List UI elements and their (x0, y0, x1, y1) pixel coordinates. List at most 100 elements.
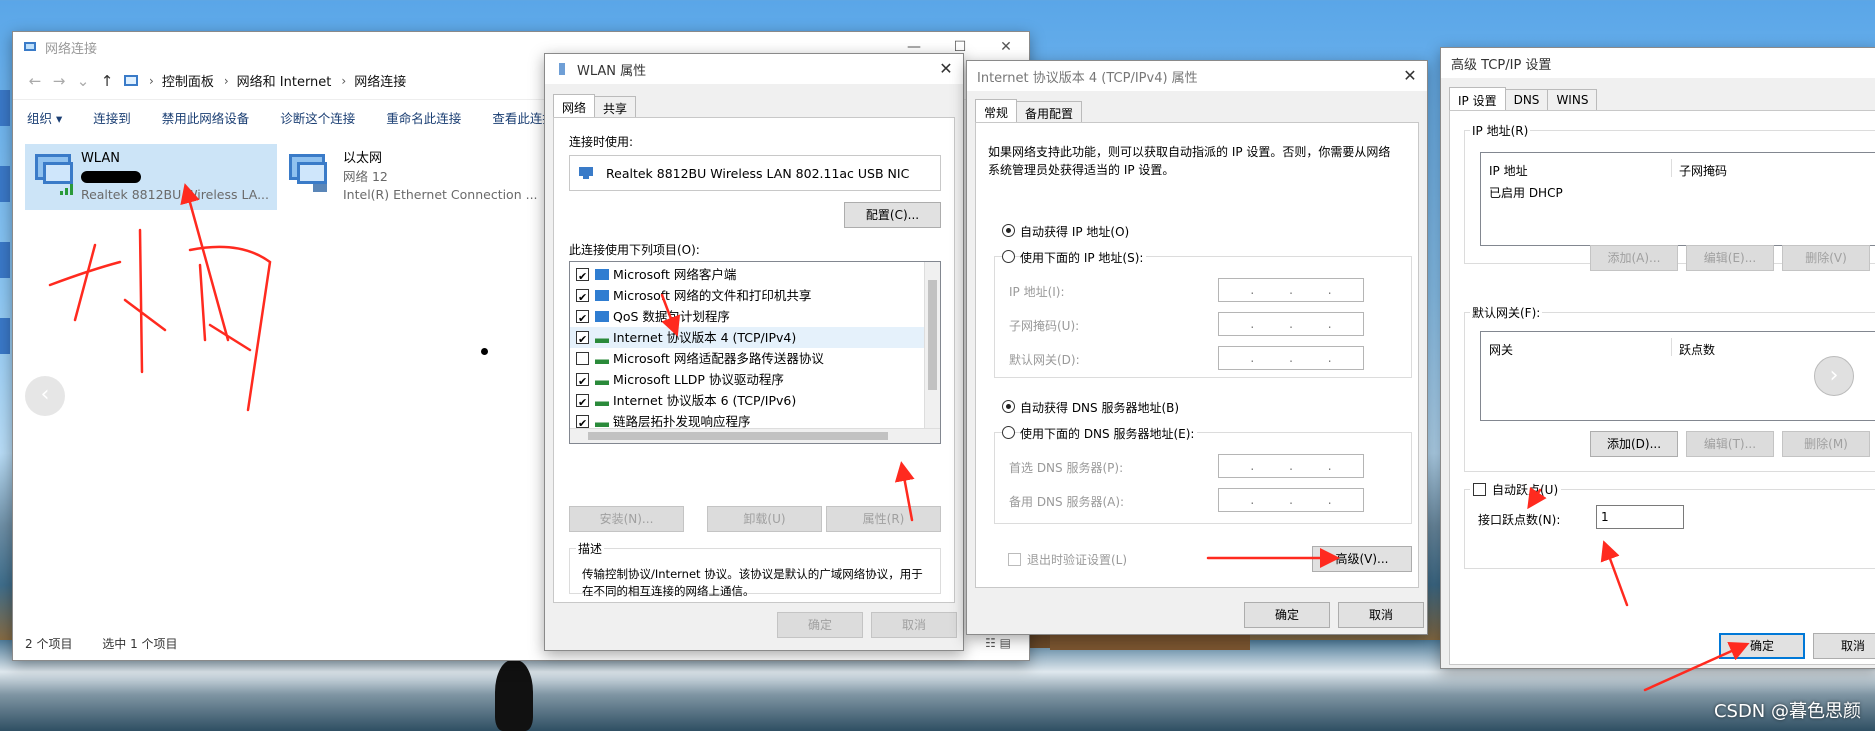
connect-to-command[interactable]: 连接到 (93, 108, 131, 127)
title-bar[interactable]: Internet 协议版本 4 (TCP/IPv4) 属性 (967, 61, 1427, 91)
carousel-forward-icon[interactable]: › (1814, 356, 1854, 396)
metric-column-header[interactable]: 跃点数 (1679, 341, 1715, 358)
close-icon[interactable]: ✕ (983, 32, 1029, 62)
ip-address-field[interactable]: ... (1218, 278, 1364, 302)
auto-metric-checkbox[interactable] (1473, 483, 1486, 496)
ok-button[interactable]: 确定 (1719, 633, 1805, 659)
view-toggle[interactable]: ☷ ▤ (985, 636, 1011, 650)
breadcrumb-separator-icon: › (341, 73, 347, 88)
add-ip-button[interactable]: 添加(A)... (1590, 245, 1678, 271)
delete-ip-button[interactable]: 删除(V) (1782, 245, 1870, 271)
ip-column-header[interactable]: IP 地址 (1489, 162, 1528, 179)
up-arrow-icon[interactable]: ↑ (95, 72, 119, 90)
uninstall-button[interactable]: 卸载(U) (707, 506, 822, 532)
component-checkbox[interactable] (576, 266, 589, 287)
subnet-mask-field[interactable]: ... (1218, 312, 1364, 336)
manual-dns-radio[interactable] (1002, 426, 1015, 439)
diagnose-command[interactable]: 诊断这个连接 (280, 108, 355, 127)
cancel-button[interactable]: 取消 (1813, 633, 1875, 659)
carousel-back-icon[interactable]: ‹ (25, 376, 65, 416)
interface-metric-input[interactable]: 1 (1596, 505, 1684, 529)
breadcrumb-network-connections[interactable]: 网络连接 (354, 71, 406, 90)
desktop-icon[interactable] (0, 166, 10, 202)
vertical-scrollbar[interactable] (924, 262, 940, 443)
desktop-icon[interactable] (0, 242, 10, 278)
close-icon[interactable]: ✕ (1399, 65, 1421, 87)
component-checkbox[interactable] (576, 413, 589, 434)
cancel-button[interactable]: 取消 (1338, 602, 1424, 628)
scroll-thumb[interactable] (588, 432, 888, 440)
table-row[interactable]: 已启用 DHCP (1489, 184, 1563, 201)
dialog-title: 高级 TCP/IP 设置 (1451, 57, 1552, 73)
component-checkbox[interactable] (576, 352, 589, 365)
back-arrow-icon[interactable]: ← (23, 72, 47, 90)
mask-column-header[interactable]: 子网掩码 (1679, 162, 1727, 179)
component-label: 链路层拓扑发现响应程序 (613, 414, 751, 429)
rename-command[interactable]: 重命名此连接 (386, 108, 461, 127)
component-checkbox[interactable] (576, 329, 589, 350)
configure-button[interactable]: 配置(C)... (844, 202, 941, 228)
component-checkbox[interactable] (576, 371, 589, 392)
auto-dns-radio[interactable] (1002, 400, 1015, 413)
metric-group (1464, 489, 1875, 569)
horizontal-scrollbar[interactable] (570, 428, 940, 443)
advanced-button[interactable]: 高级(V)... (1312, 546, 1412, 572)
properties-button[interactable]: 属性(R) (826, 506, 941, 532)
delete-gateway-button[interactable]: 删除(M) (1782, 431, 1870, 457)
manual-ip-radio[interactable] (1002, 250, 1015, 263)
list-item[interactable]: Internet 协议版本 6 (TCP/IPv6) (570, 390, 940, 413)
close-icon[interactable]: ✕ (935, 58, 957, 80)
ip-address-table[interactable]: IP 地址 子网掩码 已启用 DHCP (1480, 152, 1875, 246)
manual-dns-label[interactable]: 使用下面的 DNS 服务器地址(E): (1020, 425, 1198, 442)
list-item[interactable]: Microsoft 网络客户端 (570, 264, 940, 287)
desktop-icon[interactable] (0, 90, 10, 126)
cancel-button[interactable]: 取消 (871, 612, 957, 638)
breadcrumb-control-panel[interactable]: 控制面板 (162, 71, 214, 90)
validate-on-exit-checkbox[interactable] (1008, 553, 1021, 566)
default-gateway-field[interactable]: ... (1218, 346, 1364, 370)
list-item-selected[interactable]: Internet 协议版本 4 (TCP/IPv4) (570, 327, 940, 350)
alternate-dns-field[interactable]: ... (1218, 488, 1364, 512)
connect-using-label: 连接时使用: (569, 135, 634, 149)
preferred-dns-field[interactable]: ... (1218, 454, 1364, 478)
list-item[interactable]: Microsoft 网络适配器多路传送器协议 (570, 348, 940, 369)
history-chevron-icon[interactable]: ⌄ (71, 72, 95, 90)
ok-button[interactable]: 确定 (777, 612, 863, 638)
watermark: CSDN @暮色思颜 (1713, 701, 1861, 722)
auto-ip-radio[interactable] (1002, 224, 1015, 237)
install-button[interactable]: 安装(N)... (569, 506, 684, 532)
manual-ip-label[interactable]: 使用下面的 IP 地址(S): (1020, 249, 1147, 266)
gateway-column-header[interactable]: 网关 (1489, 341, 1513, 358)
validate-on-exit-option[interactable]: 退出时验证设置(L) (1008, 551, 1127, 568)
tiles-view-icon[interactable]: ▤ (1000, 636, 1011, 650)
auto-metric-option[interactable]: 自动跃点(U) (1470, 481, 1562, 498)
list-item[interactable]: QoS 数据包计划程序 (570, 306, 940, 329)
component-checkbox[interactable] (576, 287, 589, 308)
protocol-icon (595, 353, 609, 364)
ok-button[interactable]: 确定 (1244, 602, 1330, 628)
auto-dns-label[interactable]: 自动获得 DNS 服务器地址(B) (1020, 399, 1179, 416)
disable-device-command[interactable]: 禁用此网络设备 (162, 108, 250, 127)
network-item-ethernet[interactable]: 以太网 网络 12 Intel(R) Ethernet Connection .… (279, 144, 549, 210)
title-bar[interactable]: WLAN 属性 (545, 54, 963, 84)
add-gateway-button[interactable]: 添加(D)... (1590, 431, 1678, 457)
breadcrumb-network-internet[interactable]: 网络和 Internet (237, 71, 332, 90)
title-bar[interactable]: 高级 TCP/IP 设置 (1441, 48, 1875, 78)
scroll-thumb[interactable] (928, 280, 937, 390)
list-item[interactable]: Microsoft 网络的文件和打印机共享 (570, 285, 940, 308)
protocol-icon (595, 395, 609, 406)
network-item-name: 以太网 (343, 151, 383, 166)
details-view-icon[interactable]: ☷ (985, 636, 996, 650)
organize-menu[interactable]: 组织 ▾ (27, 108, 62, 127)
list-item[interactable]: Microsoft LLDP 协议驱动程序 (570, 369, 940, 392)
forward-arrow-icon[interactable]: → (47, 72, 71, 90)
component-checkbox[interactable] (576, 392, 589, 413)
advanced-tcpip-dialog: 高级 TCP/IP 设置 IP 设置 DNS WINS IP 地址(R) IP … (1440, 47, 1875, 669)
auto-ip-label[interactable]: 自动获得 IP 地址(O) (1020, 223, 1129, 240)
network-item-wlan[interactable]: WLAN Realtek 8812BU Wireless LA... (25, 144, 277, 210)
edit-gateway-button[interactable]: 编辑(T)... (1686, 431, 1774, 457)
edit-ip-button[interactable]: 编辑(E)... (1686, 245, 1774, 271)
components-list[interactable]: Microsoft 网络客户端 Microsoft 网络的文件和打印机共享 Qo… (569, 261, 941, 444)
desktop-icon[interactable] (0, 318, 10, 354)
component-checkbox[interactable] (576, 308, 589, 329)
